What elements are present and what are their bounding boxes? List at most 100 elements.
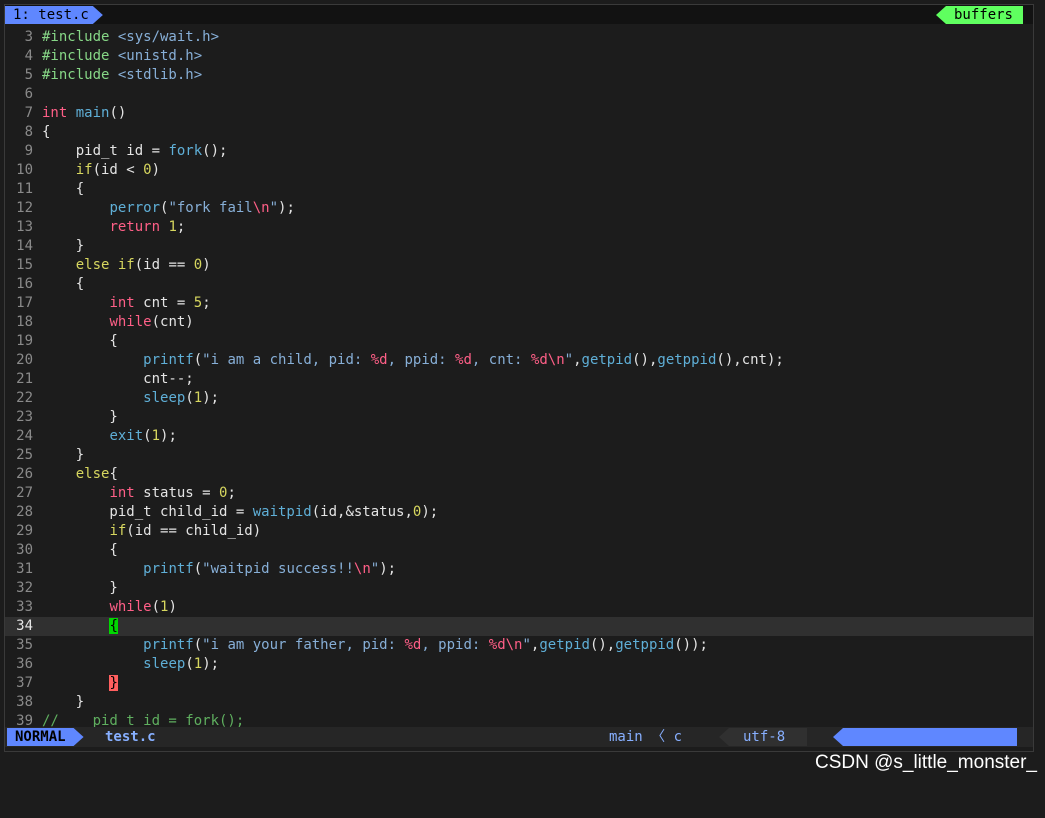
code-line[interactable]: 33 while(1) [5, 598, 1033, 617]
code-token: (id == child_id) [126, 523, 262, 539]
code-line[interactable]: 27 int status = 0; [5, 484, 1033, 503]
code-line[interactable]: 17 int cnt = 5; [5, 294, 1033, 313]
code-token: } [42, 409, 118, 425]
code-token: (id == [134, 257, 194, 273]
code-token: "i am a child, pid: [202, 352, 371, 368]
code-line[interactable]: 23 } [5, 408, 1033, 427]
code-line[interactable]: 3 #include <sys/wait.h> [5, 28, 1033, 47]
code-line[interactable]: 32 } [5, 579, 1033, 598]
code-line[interactable]: 24 exit(1); [5, 427, 1033, 446]
code-token: { [42, 542, 118, 558]
code-line[interactable]: 35 printf("i am your father, pid: %d, pp… [5, 636, 1033, 655]
tabline: 1: test.c buffers [5, 5, 1033, 24]
tab-current[interactable]: 1: test.c [5, 6, 103, 24]
line-number: 24 [16, 428, 33, 444]
line-number: 18 [16, 314, 33, 330]
code-token: ( [185, 390, 194, 406]
code-line[interactable]: 14 } [5, 237, 1033, 256]
line-number: 25 [16, 447, 33, 463]
code-line[interactable]: 16 { [5, 275, 1033, 294]
code-token: <stdlib.h> [117, 67, 203, 83]
code-line[interactable]: 9 pid_t id = fork(); [5, 142, 1033, 161]
code-token: " [522, 637, 531, 653]
code-token: getppid [615, 637, 675, 653]
code-line[interactable]: 37 } [5, 674, 1033, 693]
code-token: (cnt) [151, 314, 194, 330]
code-line[interactable]: 36 sleep(1); [5, 655, 1033, 674]
code-token: (), [589, 637, 616, 653]
code-token: status = [134, 485, 220, 501]
code-line[interactable]: 4 #include <unistd.h> [5, 47, 1033, 66]
line-number: 17 [16, 295, 33, 311]
code-token: ( [193, 561, 203, 577]
code-token: ()); [674, 637, 708, 653]
line-number: 34 [16, 618, 33, 634]
code-token: 1 [193, 656, 203, 672]
code-line[interactable]: 38 } [5, 693, 1033, 712]
code-line[interactable]: 11 { [5, 180, 1033, 199]
code-line[interactable]: 13 return 1; [5, 218, 1033, 237]
column-position: 9 [997, 783, 1006, 799]
code-token: \n [353, 561, 371, 577]
code-line[interactable]: 29 if(id == child_id) [5, 522, 1033, 541]
code-line[interactable]: 5 #include <stdlib.h> [5, 66, 1033, 85]
code-token: exit [109, 428, 144, 444]
line-number: 15 [16, 257, 33, 273]
code-token: sleep [143, 656, 186, 672]
code-line[interactable]: 20 printf("i am a child, pid: %d, ppid: … [5, 351, 1033, 370]
code-token: %d [404, 637, 422, 653]
code-token: " [370, 561, 380, 577]
code-token: } [42, 580, 118, 596]
code-line[interactable]: 19 { [5, 332, 1033, 351]
code-token: getpid [539, 637, 590, 653]
code-line[interactable]: 15 else if(id == 0) [5, 256, 1033, 275]
code-line[interactable]: 28 pid_t child_id = waitpid(id,&status,0… [5, 503, 1033, 522]
code-token: ( [185, 656, 194, 672]
line-number: 33 [16, 599, 33, 615]
watermark: CSDN @s_little_monster_ [814, 752, 1037, 773]
code-line[interactable]: 7 int main() [5, 104, 1033, 123]
code-line[interactable]: 8{ [5, 123, 1033, 142]
code-line[interactable]: 18 while(cnt) [5, 313, 1033, 332]
statusline-function: main 〈 c [609, 729, 683, 745]
code-token: ); [202, 390, 220, 406]
line-number: 3 [24, 29, 33, 45]
code-token: 1 [151, 428, 161, 444]
code-line[interactable]: 21 cnt--; [5, 370, 1033, 389]
code-line[interactable]: 22 sleep(1); [5, 389, 1033, 408]
code-token: printf [143, 561, 194, 577]
code-token: if [109, 523, 127, 539]
line-number: 28 [16, 504, 33, 520]
code-token: cnt = [134, 295, 194, 311]
code-token: printf [143, 352, 194, 368]
code-line[interactable]: 10 if(id < 0) [5, 161, 1033, 180]
code-line[interactable]: 26 else{ [5, 465, 1033, 484]
code-line[interactable]: 30 { [5, 541, 1033, 560]
line-number: 23 [16, 409, 33, 425]
code-token: (),cnt); [716, 352, 784, 368]
code-token: ) [202, 257, 211, 273]
line-number: 19 [16, 333, 33, 349]
code-line[interactable]: 12 perror("fork fail\n"); [5, 199, 1033, 218]
code-line[interactable]: 31 printf("waitpid success!!\n"); [5, 560, 1033, 579]
code-token: "waitpid success!! [202, 561, 354, 577]
code-token: ( [151, 599, 161, 615]
line-number: 29 [16, 523, 33, 539]
code-line-current[interactable]: 34 { [5, 617, 1033, 636]
code-token: int [42, 105, 68, 121]
code-token: #include [42, 67, 118, 83]
code-token: 0 [143, 162, 152, 178]
line-number: 35 [16, 637, 33, 653]
code-line[interactable]: 6 [5, 85, 1033, 104]
line-number: 8 [24, 124, 33, 140]
code-editor[interactable]: 3 #include <sys/wait.h> 4 #include <unistd.… [5, 28, 1033, 731]
line-number: 6 [24, 86, 33, 102]
code-line[interactable]: 25 } [5, 446, 1033, 465]
code-token: else [75, 466, 110, 482]
